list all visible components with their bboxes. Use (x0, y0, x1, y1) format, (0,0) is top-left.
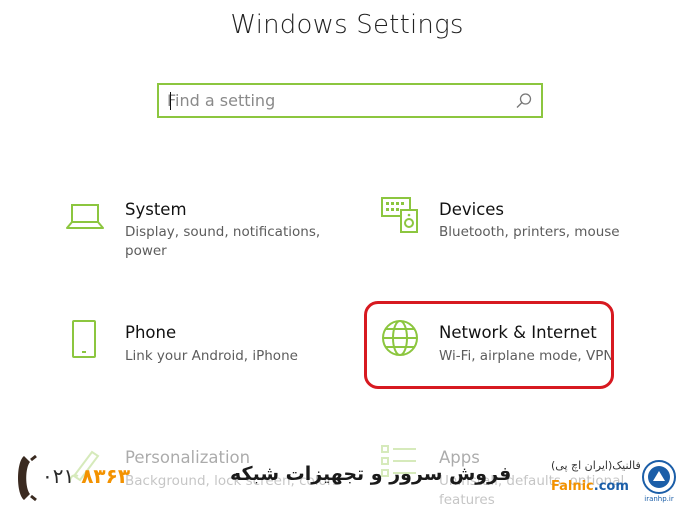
tile-devices-desc: Bluetooth, printers, mouse (439, 224, 620, 240)
search-input[interactable] (167, 85, 507, 116)
tile-system-desc-line1: Display, sound, notifications, (125, 224, 321, 240)
tile-phone-desc: Link your Android, iPhone (125, 348, 298, 364)
banner-phone-number: ۰۲۱ ۸۳۶۳ (42, 464, 130, 488)
tile-system-desc: Display, sound, notifications, power (125, 223, 325, 261)
text-caret (170, 92, 171, 110)
search-icon[interactable] (515, 92, 533, 110)
telephone-handset-icon (18, 454, 37, 502)
search-box[interactable] (157, 83, 543, 118)
tile-devices-name: Devices (439, 200, 505, 219)
brand-logo: فالنیک(ایران اچ پی) Falnic.com iranhp.ir (545, 457, 685, 507)
tile-devices[interactable]: Devices Bluetooth, printers, mouse (380, 196, 640, 256)
highlight-box (364, 301, 614, 389)
tile-phone[interactable]: Phone Link your Android, iPhone (66, 318, 326, 378)
tile-system-desc-line2: power (125, 243, 167, 259)
brand-name-en-main: Falnic (551, 479, 594, 494)
banner-phone-code: ۰۲۱ (42, 464, 75, 488)
tile-system[interactable]: System Display, sound, notifications, po… (66, 196, 326, 266)
brand-name-en-suffix: .com (593, 479, 629, 494)
keyboard-speaker-icon (381, 197, 418, 233)
brand-seal-text: iranhp.ir (644, 495, 674, 503)
brand-name-en: Falnic.com (551, 479, 629, 494)
brand-seal-icon: iranhp.ir (642, 460, 676, 503)
page-title: Windows Settings (230, 10, 464, 40)
laptop-icon (66, 204, 104, 229)
tile-phone-name: Phone (125, 323, 177, 342)
banner-phone-digits: ۸۳۶۳ (81, 464, 131, 488)
brand-name-fa: فالنیک(ایران اچ پی) (551, 459, 641, 472)
banner-text: فروش سرور و تجهیزات شبکه (230, 463, 512, 485)
phone-icon (72, 320, 96, 358)
tile-system-name: System (125, 200, 187, 219)
